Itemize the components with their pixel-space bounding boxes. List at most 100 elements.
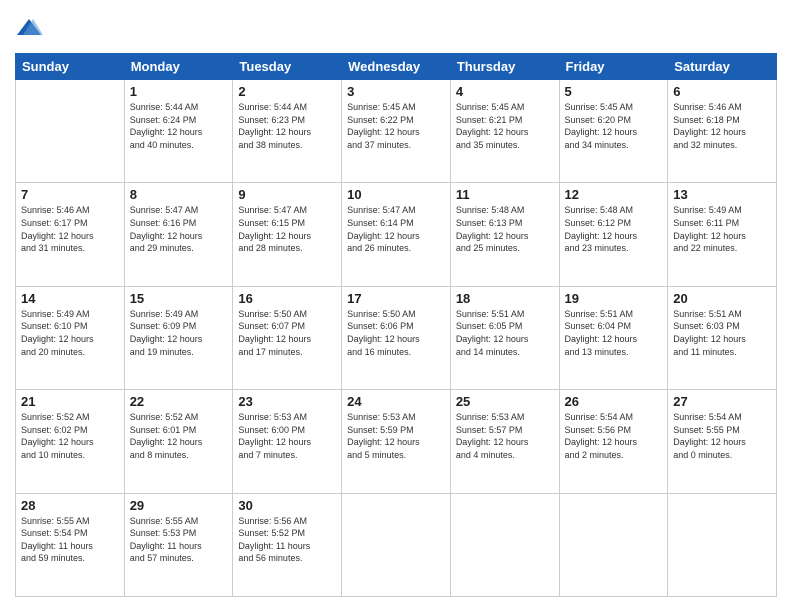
day-number: 19 (565, 291, 663, 306)
day-detail: Sunrise: 5:46 AM Sunset: 6:18 PM Dayligh… (673, 101, 771, 151)
day-number: 26 (565, 394, 663, 409)
calendar-week-1: 7 Sunrise: 5:46 AM Sunset: 6:17 PM Daylig… (16, 183, 777, 286)
day-number: 17 (347, 291, 445, 306)
day-number: 1 (130, 84, 228, 99)
day-number: 3 (347, 84, 445, 99)
weekday-header-wednesday: Wednesday (342, 54, 451, 80)
calendar-cell: 3Sunrise: 5:45 AM Sunset: 6:22 PM Daylig… (342, 80, 451, 183)
calendar-table: SundayMondayTuesdayWednesdayThursdayFrid… (15, 53, 777, 597)
day-number: 15 (130, 291, 228, 306)
weekday-header-sunday: Sunday (16, 54, 125, 80)
day-number: 12 (565, 187, 663, 202)
page: SundayMondayTuesdayWednesdayThursdayFrid… (0, 0, 792, 612)
day-detail: Sunrise: 5:49 AM Sunset: 6:09 PM Dayligh… (130, 308, 228, 358)
day-number: 11 (456, 187, 554, 202)
logo (15, 15, 45, 43)
calendar-cell (450, 493, 559, 596)
calendar-cell: 23 Sunrise: 5:53 AM Sunset: 6:00 PM Dayli… (233, 390, 342, 493)
day-detail: Sunrise: 5:45 AM Sunset: 6:20 PM Dayligh… (565, 101, 663, 151)
calendar-week-3: 21Sunrise: 5:52 AM Sunset: 6:02 PM Dayli… (16, 390, 777, 493)
weekday-header-monday: Monday (124, 54, 233, 80)
calendar-cell: 15 Sunrise: 5:49 AM Sunset: 6:09 PM Dayli… (124, 286, 233, 389)
day-number: 7 (21, 187, 119, 202)
day-number: 21 (21, 394, 119, 409)
calendar-cell: 24Sunrise: 5:53 AM Sunset: 5:59 PM Dayli… (342, 390, 451, 493)
calendar-cell: 30 Sunrise: 5:56 AM Sunset: 5:52 PM Dayli… (233, 493, 342, 596)
calendar-cell (16, 80, 125, 183)
day-number: 23 (238, 394, 336, 409)
day-detail: Sunrise: 5:47 AM Sunset: 6:14 PM Dayligh… (347, 204, 445, 254)
weekday-header-thursday: Thursday (450, 54, 559, 80)
calendar-cell: 8 Sunrise: 5:47 AM Sunset: 6:16 PM Daylig… (124, 183, 233, 286)
day-number: 20 (673, 291, 771, 306)
calendar-cell: 29 Sunrise: 5:55 AM Sunset: 5:53 PM Dayli… (124, 493, 233, 596)
weekday-header-saturday: Saturday (668, 54, 777, 80)
calendar-cell: 11 Sunrise: 5:48 AM Sunset: 6:13 PM Dayli… (450, 183, 559, 286)
calendar-cell (342, 493, 451, 596)
day-detail: Sunrise: 5:51 AM Sunset: 6:04 PM Dayligh… (565, 308, 663, 358)
day-detail: Sunrise: 5:50 AM Sunset: 6:07 PM Dayligh… (238, 308, 336, 358)
day-detail: Sunrise: 5:47 AM Sunset: 6:16 PM Dayligh… (130, 204, 228, 254)
day-number: 28 (21, 498, 119, 513)
calendar-cell: 27 Sunrise: 5:54 AM Sunset: 5:55 PM Dayli… (668, 390, 777, 493)
calendar-cell: 19 Sunrise: 5:51 AM Sunset: 6:04 PM Dayli… (559, 286, 668, 389)
day-detail: Sunrise: 5:46 AM Sunset: 6:17 PM Dayligh… (21, 204, 119, 254)
day-number: 30 (238, 498, 336, 513)
day-number: 25 (456, 394, 554, 409)
day-detail: Sunrise: 5:53 AM Sunset: 5:57 PM Dayligh… (456, 411, 554, 461)
calendar-cell: 25 Sunrise: 5:53 AM Sunset: 5:57 PM Dayli… (450, 390, 559, 493)
day-detail: Sunrise: 5:55 AM Sunset: 5:53 PM Dayligh… (130, 515, 228, 565)
day-detail: Sunrise: 5:55 AM Sunset: 5:54 PM Dayligh… (21, 515, 119, 565)
calendar-cell: 20 Sunrise: 5:51 AM Sunset: 6:03 PM Dayli… (668, 286, 777, 389)
calendar-cell: 17 Sunrise: 5:50 AM Sunset: 6:06 PM Dayli… (342, 286, 451, 389)
day-number: 16 (238, 291, 336, 306)
calendar-header-row: SundayMondayTuesdayWednesdayThursdayFrid… (16, 54, 777, 80)
day-detail: Sunrise: 5:44 AM Sunset: 6:23 PM Dayligh… (238, 101, 336, 151)
day-number: 8 (130, 187, 228, 202)
day-number: 13 (673, 187, 771, 202)
day-detail: Sunrise: 5:54 AM Sunset: 5:56 PM Dayligh… (565, 411, 663, 461)
day-detail: Sunrise: 5:51 AM Sunset: 6:03 PM Dayligh… (673, 308, 771, 358)
day-number: 5 (565, 84, 663, 99)
day-detail: Sunrise: 5:47 AM Sunset: 6:15 PM Dayligh… (238, 204, 336, 254)
day-number: 6 (673, 84, 771, 99)
day-detail: Sunrise: 5:50 AM Sunset: 6:06 PM Dayligh… (347, 308, 445, 358)
calendar-cell: 6 Sunrise: 5:46 AM Sunset: 6:18 PM Daylig… (668, 80, 777, 183)
weekday-header-friday: Friday (559, 54, 668, 80)
calendar-week-0: 1 Sunrise: 5:44 AM Sunset: 6:24 PM Daylig… (16, 80, 777, 183)
calendar-cell: 21Sunrise: 5:52 AM Sunset: 6:02 PM Dayli… (16, 390, 125, 493)
day-number: 10 (347, 187, 445, 202)
day-detail: Sunrise: 5:48 AM Sunset: 6:13 PM Dayligh… (456, 204, 554, 254)
day-detail: Sunrise: 5:56 AM Sunset: 5:52 PM Dayligh… (238, 515, 336, 565)
day-detail: Sunrise: 5:53 AM Sunset: 6:00 PM Dayligh… (238, 411, 336, 461)
weekday-header-tuesday: Tuesday (233, 54, 342, 80)
logo-line1 (15, 15, 45, 43)
day-number: 27 (673, 394, 771, 409)
day-number: 2 (238, 84, 336, 99)
calendar-cell: 18Sunrise: 5:51 AM Sunset: 6:05 PM Dayli… (450, 286, 559, 389)
calendar-cell: 13 Sunrise: 5:49 AM Sunset: 6:11 PM Dayli… (668, 183, 777, 286)
day-number: 29 (130, 498, 228, 513)
calendar-week-2: 14Sunrise: 5:49 AM Sunset: 6:10 PM Dayli… (16, 286, 777, 389)
day-detail: Sunrise: 5:45 AM Sunset: 6:21 PM Dayligh… (456, 101, 554, 151)
day-number: 14 (21, 291, 119, 306)
day-detail: Sunrise: 5:48 AM Sunset: 6:12 PM Dayligh… (565, 204, 663, 254)
day-number: 22 (130, 394, 228, 409)
calendar-cell: 10 Sunrise: 5:47 AM Sunset: 6:14 PM Dayli… (342, 183, 451, 286)
header (15, 15, 777, 43)
calendar-cell: 9 Sunrise: 5:47 AM Sunset: 6:15 PM Daylig… (233, 183, 342, 286)
calendar-cell: 5 Sunrise: 5:45 AM Sunset: 6:20 PM Daylig… (559, 80, 668, 183)
day-detail: Sunrise: 5:44 AM Sunset: 6:24 PM Dayligh… (130, 101, 228, 151)
calendar-cell (559, 493, 668, 596)
calendar-cell: 22Sunrise: 5:52 AM Sunset: 6:01 PM Dayli… (124, 390, 233, 493)
calendar-cell: 28 Sunrise: 5:55 AM Sunset: 5:54 PM Dayli… (16, 493, 125, 596)
calendar-cell: 2 Sunrise: 5:44 AM Sunset: 6:23 PM Daylig… (233, 80, 342, 183)
day-number: 9 (238, 187, 336, 202)
day-detail: Sunrise: 5:49 AM Sunset: 6:11 PM Dayligh… (673, 204, 771, 254)
calendar-cell: 4 Sunrise: 5:45 AM Sunset: 6:21 PM Daylig… (450, 80, 559, 183)
calendar-cell: 7 Sunrise: 5:46 AM Sunset: 6:17 PM Daylig… (16, 183, 125, 286)
day-number: 4 (456, 84, 554, 99)
day-number: 18 (456, 291, 554, 306)
day-detail: Sunrise: 5:54 AM Sunset: 5:55 PM Dayligh… (673, 411, 771, 461)
calendar-cell: 14Sunrise: 5:49 AM Sunset: 6:10 PM Dayli… (16, 286, 125, 389)
